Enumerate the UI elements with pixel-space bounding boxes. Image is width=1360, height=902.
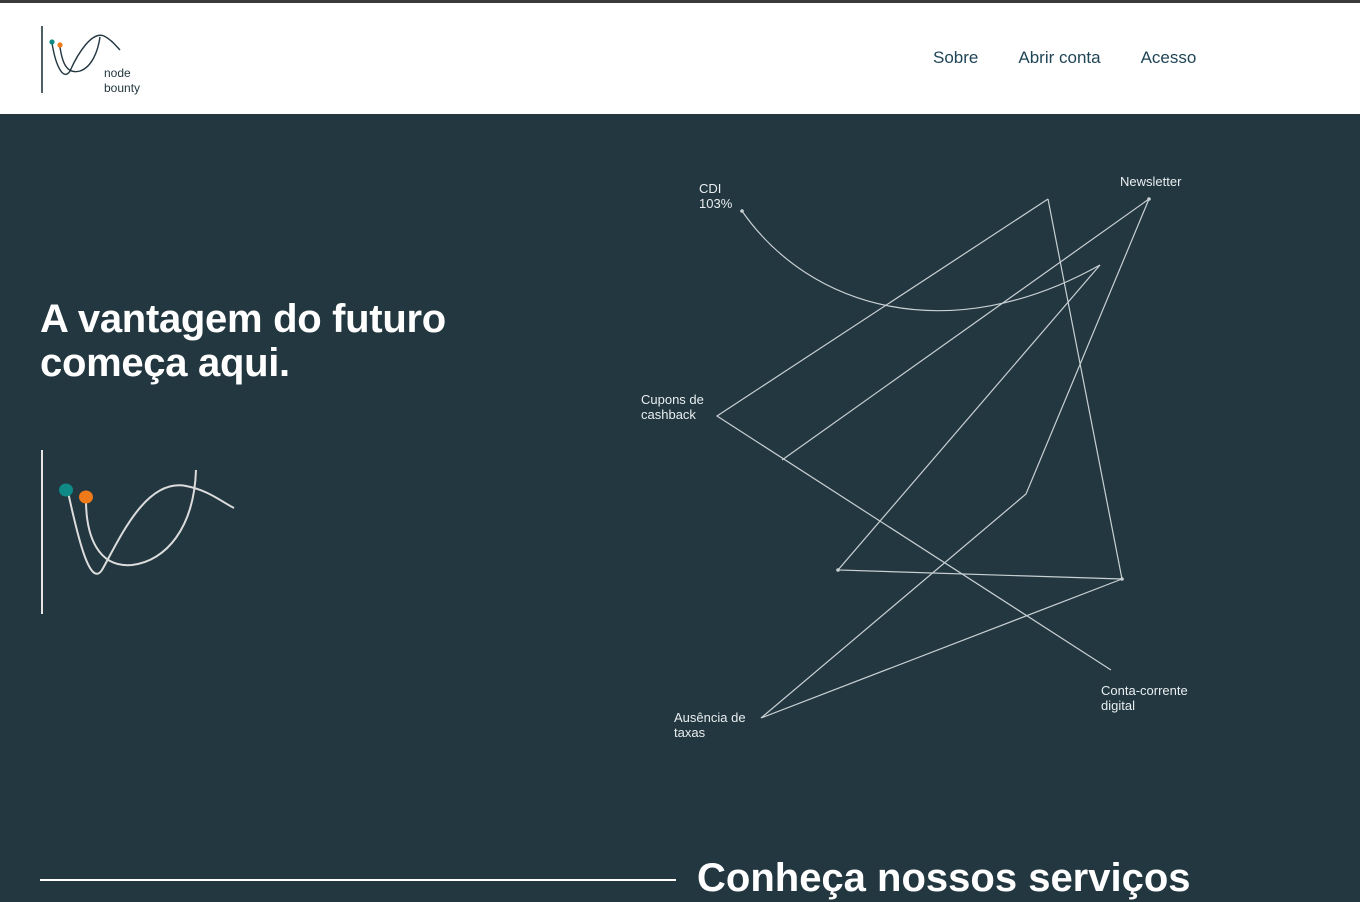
nav-abrir-conta-link[interactable]: Abrir conta <box>1018 48 1100 68</box>
hero-title: A vantagem do futuro começa aqui. <box>40 297 560 385</box>
main-nav: Sobre Abrir conta Acesso <box>933 48 1196 68</box>
services-heading: Conheça nossos serviços <box>697 856 1191 900</box>
label-newsletter: Newsletter <box>1120 174 1181 189</box>
label-conta-line1: Conta-corrente <box>1101 683 1188 698</box>
label-cdi-line1: CDI <box>699 181 722 196</box>
services-divider <box>40 879 676 881</box>
hero-title-line2: começa aqui. <box>40 341 290 385</box>
label-conta-corrente: Conta-corrente digital <box>1101 683 1188 713</box>
brand-logo[interactable]: node bounty <box>40 23 150 98</box>
brand-name-line1: node <box>104 66 131 80</box>
label-cupons-line1: Cupons de <box>641 392 704 407</box>
label-ausencia-line1: Ausência de <box>674 710 746 725</box>
benefits-diagram: CDI 103% Newsletter Cupons de cashback C… <box>630 169 1230 740</box>
benefits-network-lines <box>715 197 1151 719</box>
nav-sobre-link[interactable]: Sobre <box>933 48 978 68</box>
label-ausencia-taxas: Ausência de taxas <box>674 710 746 740</box>
hero-emblem-icon <box>41 450 235 614</box>
label-ausencia-line2: taxas <box>674 725 706 740</box>
label-newsletter-text: Newsletter <box>1120 174 1182 189</box>
label-cdi: CDI 103% <box>699 181 732 211</box>
label-cupons-line2: cashback <box>641 407 696 422</box>
brand-name: node bounty <box>104 66 140 96</box>
brand-name-line2: bounty <box>104 81 141 95</box>
site-header: node bounty Sobre Abrir conta Acesso <box>0 3 1360 114</box>
label-cdi-line2: 103% <box>699 196 733 211</box>
label-cupons: Cupons de cashback <box>641 392 704 422</box>
hero-title-line1: A vantagem do futuro <box>40 297 446 341</box>
label-conta-line2: digital <box>1101 698 1135 713</box>
hero-section: A vantagem do futuro começa aqui. CDI 10… <box>0 114 1360 900</box>
nav-acesso-link[interactable]: Acesso <box>1141 48 1197 68</box>
